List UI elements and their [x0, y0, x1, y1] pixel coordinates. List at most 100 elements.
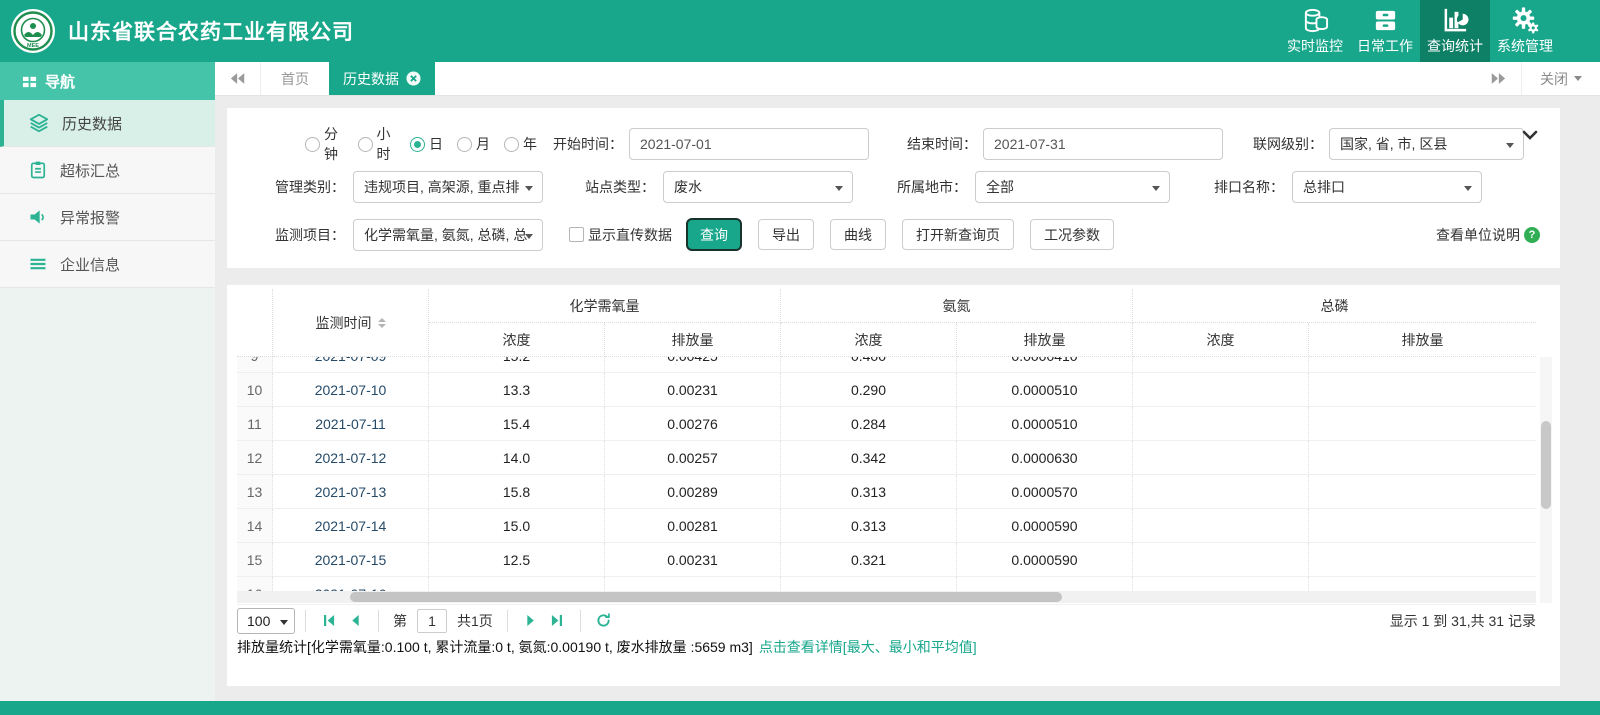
- date-cell[interactable]: 2021-07-12: [273, 441, 429, 475]
- date-cell[interactable]: 2021-07-13: [273, 475, 429, 509]
- tp-concentration-cell: [1133, 357, 1309, 373]
- sidebar-item-history-data[interactable]: 历史数据: [0, 100, 215, 147]
- direct-data-checkbox[interactable]: [569, 227, 584, 242]
- outlet-select[interactable]: 总排口: [1292, 171, 1482, 203]
- close-tabs-menu[interactable]: 关闭: [1521, 62, 1600, 95]
- station-type-select[interactable]: 废水: [663, 171, 853, 203]
- tab-history-data[interactable]: 历史数据: [329, 62, 435, 95]
- scroll-tabs-right-icon[interactable]: [1475, 62, 1521, 95]
- monitor-items-select[interactable]: 化学需氧量, 氨氮, 总磷, 总: [353, 218, 543, 251]
- query-button[interactable]: 查询: [686, 218, 742, 251]
- condition-params-button[interactable]: 工况参数: [1030, 219, 1114, 250]
- nav-label: 系统管理: [1497, 38, 1553, 54]
- curve-button[interactable]: 曲线: [830, 219, 886, 250]
- layers-icon: [28, 112, 50, 134]
- filter-row-2: 管理类别： 违规项目, 高架源, 重点排 站点类型： 废水 所属地市： 全部 排…: [227, 171, 1560, 203]
- radio-circle-icon: [357, 136, 373, 152]
- select-value: 化学需氧量, 氨氮, 总磷, 总: [364, 226, 528, 243]
- first-page-button[interactable]: [316, 609, 342, 633]
- date-cell[interactable]: 2021-07-10: [273, 373, 429, 407]
- end-time-input[interactable]: [983, 128, 1223, 160]
- tab-home[interactable]: 首页: [261, 62, 329, 95]
- mgmt-category-label: 管理类别：: [275, 179, 345, 195]
- archive-drawers-icon: [1372, 7, 1399, 34]
- current-page-input[interactable]: [417, 608, 447, 633]
- tp-emission-cell: [1309, 543, 1536, 577]
- unit-help-link[interactable]: 查看单位说明 ?: [1436, 225, 1540, 245]
- next-page-button[interactable]: [518, 609, 544, 633]
- monitor-items-label: 监测项目：: [275, 226, 345, 243]
- nh3-emission-cell: 0.0000570: [957, 475, 1133, 509]
- list-icon: [28, 254, 48, 274]
- cod-concentration-cell: 15.8: [429, 475, 605, 509]
- sidebar-item-company-info[interactable]: 企业信息: [0, 241, 215, 288]
- city-select[interactable]: 全部: [975, 171, 1170, 203]
- last-page-button[interactable]: [544, 609, 570, 633]
- sidebar-title: 导航: [45, 73, 76, 91]
- outlet-label: 排口名称：: [1214, 179, 1284, 195]
- start-time-input[interactable]: [629, 128, 869, 160]
- date-cell[interactable]: 2021-07-11: [273, 407, 429, 441]
- network-level-select[interactable]: 国家, 省, 市, 区县: [1329, 128, 1524, 160]
- nav-query-statistics[interactable]: 查询统计: [1420, 0, 1490, 62]
- row-number-cell: 13: [237, 475, 273, 509]
- top-nav: 实时监控 日常工作 查询统计 系统管理: [1280, 0, 1560, 62]
- scroll-tabs-left-icon[interactable]: [215, 62, 261, 95]
- tabbar-right: 关闭: [1475, 62, 1600, 95]
- filter-row-3: 监测项目： 化学需氧量, 氨氮, 总磷, 总 显示直传数据 查询 导出 曲线 打…: [227, 218, 1560, 251]
- mgmt-category-select[interactable]: 违规项目, 高架源, 重点排: [353, 171, 543, 203]
- monitor-time-header[interactable]: 监测时间: [273, 289, 429, 357]
- divider: [506, 609, 508, 632]
- period-radio-month[interactable]: 月: [457, 134, 490, 154]
- nav-system-management[interactable]: 系统管理: [1490, 0, 1560, 62]
- date-cell[interactable]: 2021-07-09: [273, 357, 429, 373]
- prev-page-button[interactable]: [342, 609, 368, 633]
- chevron-down-icon: [525, 233, 533, 239]
- radio-circle-icon: [504, 136, 519, 152]
- vertical-scrollbar[interactable]: [1541, 421, 1551, 509]
- divider: [305, 609, 306, 632]
- period-radio-day[interactable]: 日: [410, 134, 443, 154]
- period-radio-year[interactable]: 年: [504, 134, 537, 154]
- chevron-down-icon: [1574, 76, 1582, 81]
- nav-realtime-monitor[interactable]: 实时监控: [1280, 0, 1350, 62]
- collapse-filters-icon[interactable]: [1522, 130, 1538, 140]
- close-tab-icon[interactable]: [406, 71, 421, 86]
- radio-label: 分钟: [324, 126, 338, 162]
- sub-header-emission: 排放量: [957, 323, 1133, 357]
- horizontal-scrollbar[interactable]: [350, 592, 1062, 602]
- period-radio-hour[interactable]: 小时: [357, 124, 397, 164]
- refresh-icon[interactable]: [591, 609, 617, 633]
- date-cell[interactable]: 2021-07-15: [273, 543, 429, 577]
- radio-label: 日: [429, 136, 443, 152]
- cod-emission-cell: 0.00257: [605, 441, 781, 475]
- row-number-header: [237, 289, 273, 357]
- sidebar-item-exceed-summary[interactable]: 超标汇总: [0, 147, 215, 194]
- page-size-select[interactable]: 100: [237, 607, 295, 634]
- view-details-link[interactable]: 点击查看详情[最大、最小和平均值]: [759, 639, 977, 655]
- row-number-cell: 11: [237, 407, 273, 441]
- date-cell[interactable]: 2021-07-14: [273, 509, 429, 543]
- gears-icon: [1511, 6, 1539, 34]
- nh3-emission-cell: 0.0000510: [957, 407, 1133, 441]
- page-prefix-label: 第: [393, 612, 407, 629]
- cod-concentration-cell: 15.4: [429, 407, 605, 441]
- table-body-viewport[interactable]: 9 2021-07-09 15.2 0.00425 0.400 0.000041…: [237, 357, 1536, 603]
- main-area: 首页 历史数据 关闭 分钟 小时 日 月 年 开始时间： 2021-07-01 …: [215, 62, 1600, 701]
- open-new-query-button[interactable]: 打开新查询页: [902, 219, 1014, 250]
- cod-concentration-cell: 15.2: [429, 357, 605, 373]
- cod-concentration-cell: 13.3: [429, 373, 605, 407]
- period-radio-group: 分钟 小时 日 月 年: [305, 124, 537, 164]
- table-header: 监测时间 化学需氧量 氨氮 总磷 浓度 排放量 浓度 排放量 浓度 排放量: [237, 289, 1536, 357]
- page-size-value: 100: [247, 612, 271, 629]
- nav-daily-work[interactable]: 日常工作: [1350, 0, 1420, 62]
- chevron-down-icon: [835, 186, 843, 191]
- export-button[interactable]: 导出: [758, 219, 814, 250]
- chevron-down-icon: [280, 619, 288, 625]
- period-radio-minute[interactable]: 分钟: [305, 124, 344, 164]
- speaker-icon: [28, 207, 48, 227]
- filter-panel: 分钟 小时 日 月 年 开始时间： 结束时间： 联网级别： 国家, 省, 市, …: [227, 108, 1560, 268]
- page-total-label: 共1页: [457, 612, 493, 629]
- bottom-bar: [0, 701, 1600, 715]
- sidebar-item-abnormal-alarm[interactable]: 异常报警: [0, 194, 215, 241]
